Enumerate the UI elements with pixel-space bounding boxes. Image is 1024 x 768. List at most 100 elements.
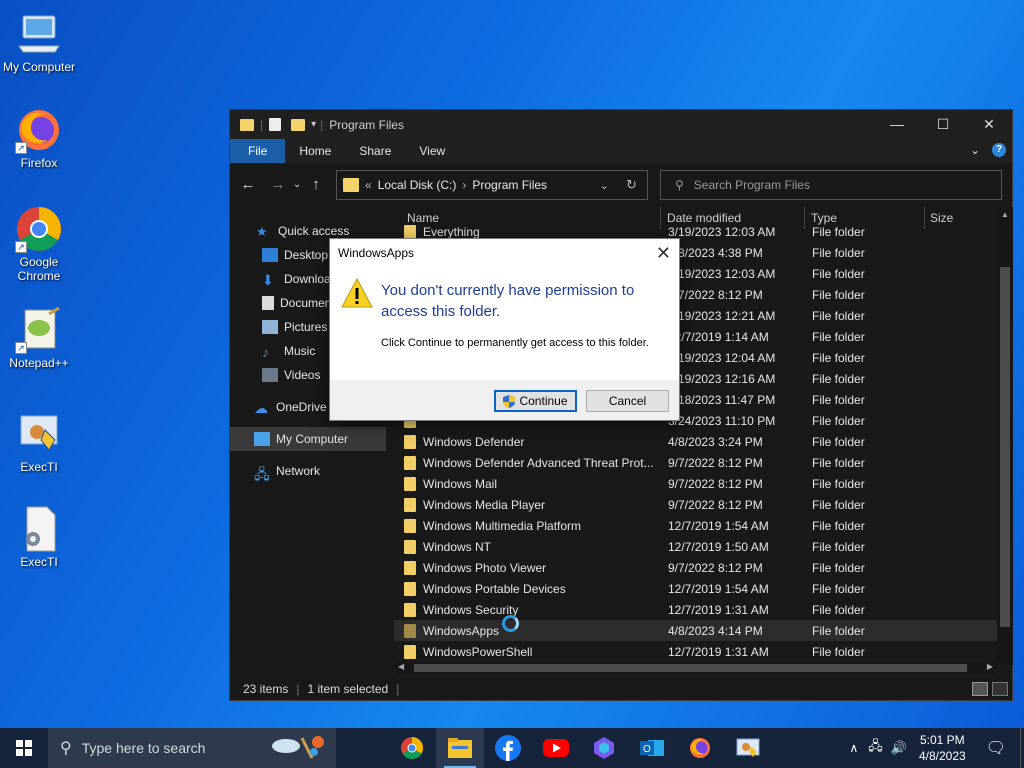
cancel-button[interactable]: Cancel bbox=[586, 390, 669, 412]
desktop-icon-execti-file[interactable]: ExecTI bbox=[1, 505, 77, 569]
volume-icon[interactable]: 🔊 bbox=[891, 740, 907, 756]
large-icons-view-button[interactable] bbox=[992, 682, 1008, 696]
file-date: 12/7/2019 1:54 AM bbox=[668, 581, 769, 596]
search-input[interactable]: ⚲ Search Program Files bbox=[660, 170, 1002, 200]
file-name: Everything bbox=[404, 224, 654, 239]
minimize-button[interactable]: — bbox=[874, 110, 920, 139]
file-row[interactable]: Windows Portable Devices 12/7/2019 1:54 A… bbox=[394, 578, 997, 599]
back-button[interactable]: ← bbox=[236, 176, 260, 193]
address-bar[interactable]: « Local Disk (C:) › Program Files ⌄ ↻ bbox=[336, 170, 648, 200]
file-type: File folder bbox=[812, 455, 865, 470]
tab-file[interactable]: File bbox=[230, 139, 286, 163]
warning-icon bbox=[341, 277, 373, 308]
breadcrumb-current[interactable]: Program Files bbox=[472, 178, 547, 192]
window-title: Program Files bbox=[329, 117, 404, 132]
taskbar-search-box[interactable]: ⚲ Type here to search bbox=[48, 728, 336, 768]
file-date: 4/8/2023 4:38 PM bbox=[668, 245, 763, 260]
expand-ribbon-icon[interactable]: ⌄ bbox=[970, 143, 980, 157]
desktop-icon-label: My Computer bbox=[2, 60, 76, 74]
taskbar-outlook[interactable]: O bbox=[628, 728, 676, 768]
download-icon: ⬇ bbox=[262, 272, 274, 288]
shortcut-arrow-icon: ↗ bbox=[15, 241, 27, 253]
taskbar-youtube[interactable] bbox=[532, 728, 580, 768]
taskbar-facebook[interactable] bbox=[484, 728, 532, 768]
file-type: File folder bbox=[812, 581, 865, 596]
desktop-icon-notepadpp[interactable]: ↗ Notepad++ bbox=[1, 306, 77, 370]
close-button[interactable]: ✕ bbox=[966, 110, 1012, 139]
file-row[interactable]: Windows Photo Viewer 9/7/2022 8:12 PM File… bbox=[394, 557, 997, 578]
horizontal-scrollbar[interactable]: ◀ ▶ bbox=[394, 661, 997, 675]
file-row[interactable]: Windows Multimedia Platform 12/7/2019 1:5… bbox=[394, 515, 997, 536]
copilot-icon bbox=[594, 737, 614, 759]
music-icon: ♪ bbox=[262, 344, 269, 360]
breadcrumb-root[interactable]: Local Disk (C:) bbox=[378, 178, 457, 192]
help-icon[interactable]: ? bbox=[992, 143, 1006, 157]
pictures-icon bbox=[262, 320, 278, 334]
properties-icon[interactable] bbox=[269, 118, 282, 131]
clock-date: 4/8/2023 bbox=[918, 749, 966, 763]
file-row[interactable]: WindowsPowerShell 12/7/2019 1:31 AM File f… bbox=[394, 641, 997, 662]
youtube-icon bbox=[543, 739, 569, 757]
up-button[interactable]: ↑ bbox=[304, 176, 328, 193]
taskbar-chrome[interactable] bbox=[388, 728, 436, 768]
facebook-icon bbox=[495, 735, 521, 761]
clock[interactable]: 5:01 PM 4/8/2023 bbox=[919, 732, 966, 764]
desktop-icon-chrome[interactable]: ↗ Google Chrome bbox=[1, 205, 77, 283]
vertical-scrollbar[interactable]: ▲ bbox=[997, 207, 1013, 665]
vertical-scroll-thumb[interactable] bbox=[1000, 267, 1010, 627]
file-type: File folder bbox=[812, 308, 865, 323]
execti-file-icon bbox=[15, 505, 63, 553]
desktop-icon-label: ExecTI bbox=[20, 460, 58, 474]
title-bar[interactable]: | ▾ | Program Files — ☐ ✕ bbox=[230, 110, 1012, 139]
tab-view[interactable]: View bbox=[405, 139, 459, 163]
dialog-title: WindowsApps bbox=[338, 246, 415, 260]
horizontal-scroll-thumb[interactable] bbox=[414, 664, 967, 672]
desktop-icon-execti[interactable]: ExecTI bbox=[1, 410, 77, 474]
show-hidden-icons-icon[interactable]: ∧ bbox=[849, 741, 858, 755]
taskbar-execti[interactable] bbox=[724, 728, 772, 768]
recent-locations-button[interactable]: ⌄ bbox=[290, 179, 304, 190]
dialog-title-bar[interactable]: WindowsApps ✕ bbox=[330, 239, 679, 267]
file-type: File folder bbox=[812, 560, 865, 575]
new-folder-icon[interactable] bbox=[291, 118, 306, 131]
address-row: ← → ⌄ ↑ « Local Disk (C:) › Program File… bbox=[230, 163, 1012, 205]
firefox-icon bbox=[690, 738, 710, 758]
file-date: 9/7/2022 8:12 PM bbox=[668, 455, 763, 470]
tab-home[interactable]: Home bbox=[285, 139, 345, 163]
address-dropdown-icon[interactable]: ⌄ bbox=[600, 179, 609, 192]
quick-access-toolbar-dropdown-icon[interactable]: ▾ bbox=[311, 119, 316, 130]
taskbar-file-explorer[interactable] bbox=[436, 728, 484, 768]
dialog-content-text: Click Continue to permanently get access… bbox=[381, 337, 649, 349]
file-row[interactable]: Windows Media Player 9/7/2022 8:12 PM File… bbox=[394, 494, 997, 515]
file-date: 9/7/2022 8:12 PM bbox=[668, 560, 763, 575]
show-desktop-button[interactable] bbox=[1020, 728, 1024, 768]
desktop-icon-my-computer[interactable]: My Computer bbox=[1, 10, 77, 74]
start-button[interactable] bbox=[0, 728, 48, 768]
file-row[interactable]: Windows Security 12/7/2019 1:31 AM File fo… bbox=[394, 599, 997, 620]
nav-network[interactable]: 🖧 Network bbox=[230, 459, 386, 483]
file-row[interactable]: Windows Defender 4/8/2023 3:24 PM File fol… bbox=[394, 431, 997, 452]
maximize-button[interactable]: ☐ bbox=[920, 110, 966, 139]
taskbar-copilot[interactable] bbox=[580, 728, 628, 768]
notifications-icon[interactable]: 🗨 bbox=[986, 738, 1006, 758]
file-type: File folder bbox=[812, 287, 865, 302]
file-name: Windows Media Player bbox=[404, 497, 654, 512]
file-date: 12/7/2019 1:50 AM bbox=[668, 539, 769, 554]
network-tray-icon[interactable]: 🖧 bbox=[868, 737, 883, 759]
nav-my-computer[interactable]: My Computer bbox=[230, 427, 386, 451]
dialog-close-icon[interactable]: ✕ bbox=[656, 243, 671, 264]
details-view-button[interactable] bbox=[972, 682, 988, 696]
forward-button[interactable]: → bbox=[266, 176, 290, 193]
taskbar-firefox[interactable] bbox=[676, 728, 724, 768]
outlook-icon: O bbox=[640, 740, 664, 756]
file-row[interactable]: Windows Mail 9/7/2022 8:12 PM File folder bbox=[394, 473, 997, 494]
file-row[interactable]: Windows Defender Advanced Threat Prot...… bbox=[394, 452, 997, 473]
refresh-icon[interactable]: ↻ bbox=[626, 177, 637, 193]
continue-button[interactable]: Continue bbox=[494, 390, 577, 412]
file-row[interactable]: Windows NT 12/7/2019 1:50 AM File folder bbox=[394, 536, 997, 557]
file-name: Windows Security bbox=[404, 602, 654, 617]
tab-share[interactable]: Share bbox=[345, 139, 405, 163]
file-row[interactable]: WindowsApps 4/8/2023 4:14 PM File folder bbox=[394, 620, 997, 641]
desktop-icon-firefox[interactable]: ↗ Firefox bbox=[1, 106, 77, 170]
system-tray: ∧ 🖧 🔊 5:01 PM 4/8/2023 🗨 bbox=[849, 728, 1024, 768]
